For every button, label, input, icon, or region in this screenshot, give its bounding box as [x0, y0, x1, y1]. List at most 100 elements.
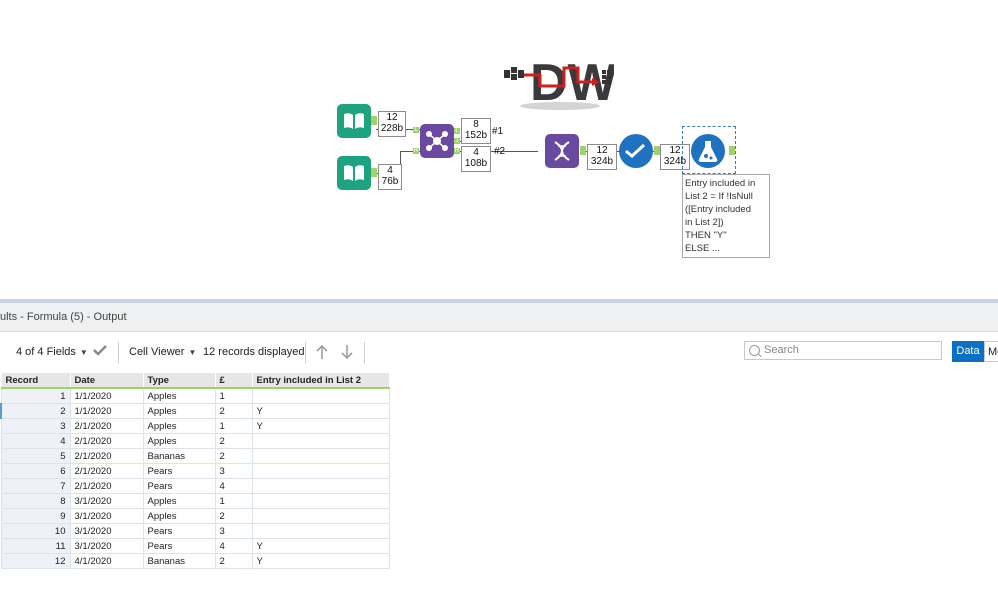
table-cell[interactable]: Y — [251, 538, 390, 554]
table-cell[interactable]: Apples — [142, 403, 216, 419]
table-cell[interactable] — [251, 508, 390, 524]
table-cell[interactable]: Y — [251, 403, 390, 419]
table-cell[interactable]: Bananas — [142, 553, 216, 569]
table-cell[interactable]: Apples — [142, 418, 216, 434]
column-header-pound[interactable]: £ — [214, 372, 253, 389]
table-row[interactable]: 3 2/1/2020 Apples 1 Y — [0, 418, 390, 434]
table-row[interactable]: 11 3/1/2020 Pears 4 Y — [0, 538, 390, 554]
table-cell[interactable]: Pears — [142, 523, 216, 539]
table-cell[interactable]: 1/1/2020 — [69, 387, 144, 404]
table-cell[interactable]: 12 — [0, 553, 71, 569]
table-cell[interactable]: 1 — [214, 493, 253, 509]
table-cell[interactable]: 2/1/2020 — [69, 433, 144, 449]
table-cell[interactable]: 2/1/2020 — [69, 448, 144, 464]
table-cell[interactable]: 4 — [214, 538, 253, 554]
table-cell[interactable]: 6 — [0, 463, 71, 479]
table-cell[interactable] — [251, 387, 390, 404]
table-cell[interactable]: 2/1/2020 — [69, 478, 144, 494]
table-row[interactable]: 12 4/1/2020 Bananas 2 Y — [0, 553, 390, 569]
table-row[interactable]: 5 2/1/2020 Bananas 2 — [0, 448, 390, 464]
output-anchor[interactable] — [729, 146, 735, 155]
table-cell[interactable]: 1 — [214, 387, 253, 404]
table-cell[interactable]: 9 — [0, 508, 71, 524]
table-cell[interactable]: 2 — [214, 433, 253, 449]
column-header-entry[interactable]: Entry included in List 2 — [251, 372, 390, 389]
table-cell[interactable]: Bananas — [142, 448, 216, 464]
column-header-date[interactable]: Date — [69, 372, 144, 389]
table-cell[interactable]: Y — [251, 553, 390, 569]
table-cell[interactable]: 2 — [214, 448, 253, 464]
join-input-anchor-r[interactable]: R — [413, 148, 419, 154]
metadata-view-button[interactable]: Me — [984, 341, 998, 362]
fields-dropdown[interactable]: 4 of 4 Fields ▼ — [16, 346, 88, 358]
column-header-record[interactable]: Record — [0, 372, 71, 389]
table-cell[interactable]: 3/1/2020 — [69, 508, 144, 524]
table-cell[interactable] — [251, 463, 390, 479]
join-anchor-r[interactable]: R — [454, 148, 460, 154]
table-cell[interactable]: 3/1/2020 — [69, 493, 144, 509]
table-row[interactable]: 2 1/1/2020 Apples 2 Y — [0, 403, 390, 419]
table-cell[interactable] — [251, 523, 390, 539]
table-cell[interactable]: 2 — [214, 403, 253, 419]
table-row[interactable]: 8 3/1/2020 Apples 1 — [0, 493, 390, 509]
table-cell[interactable]: 10 — [0, 523, 71, 539]
table-cell[interactable]: 2/1/2020 — [69, 418, 144, 434]
join-anchor-l[interactable]: L — [454, 128, 460, 134]
cell-viewer-dropdown[interactable]: Cell Viewer ▼ — [129, 346, 196, 358]
table-cell[interactable] — [251, 493, 390, 509]
select-tool[interactable] — [619, 134, 653, 168]
table-cell[interactable]: Apples — [142, 493, 216, 509]
table-cell[interactable] — [251, 448, 390, 464]
table-cell[interactable]: 8 — [0, 493, 71, 509]
table-row[interactable]: 6 2/1/2020 Pears 3 — [0, 463, 390, 479]
column-header-type[interactable]: Type — [142, 372, 216, 389]
table-cell[interactable]: 1 — [214, 418, 253, 434]
table-cell[interactable]: Apples — [142, 508, 216, 524]
table-cell[interactable]: 2 — [0, 403, 71, 419]
multi-row-formula-tool[interactable] — [545, 134, 579, 168]
output-anchor[interactable] — [580, 146, 586, 155]
table-cell[interactable]: 4 — [0, 433, 71, 449]
table-cell[interactable]: Apples — [142, 433, 216, 449]
table-cell[interactable]: 4 — [214, 478, 253, 494]
apply-checkmark-icon[interactable] — [92, 343, 108, 360]
table-cell[interactable]: 1 — [0, 387, 71, 404]
output-anchor[interactable] — [371, 116, 377, 125]
input-data-tool-1[interactable] — [337, 104, 371, 138]
table-cell[interactable]: 3/1/2020 — [69, 538, 144, 554]
table-cell[interactable]: 2 — [214, 508, 253, 524]
arrow-up-icon[interactable] — [315, 344, 329, 363]
search-input[interactable]: Search — [744, 341, 942, 360]
table-cell[interactable]: 3/1/2020 — [69, 523, 144, 539]
table-cell[interactable]: 11 — [0, 538, 71, 554]
table-cell[interactable]: 2/1/2020 — [69, 463, 144, 479]
table-cell[interactable]: Pears — [142, 538, 216, 554]
join-input-anchor-l[interactable]: L — [413, 127, 419, 133]
table-cell[interactable]: 7 — [0, 478, 71, 494]
table-row[interactable]: 10 3/1/2020 Pears 3 — [0, 523, 390, 539]
table-cell[interactable] — [251, 433, 390, 449]
table-row[interactable]: 4 2/1/2020 Apples 2 — [0, 433, 390, 449]
table-cell[interactable]: 3 — [0, 418, 71, 434]
output-anchor[interactable] — [371, 168, 377, 177]
join-anchor-j[interactable]: J — [454, 138, 460, 144]
join-tool[interactable] — [420, 124, 454, 158]
table-cell[interactable]: Pears — [142, 478, 216, 494]
formula-tool[interactable] — [691, 134, 725, 168]
table-cell[interactable]: Y — [251, 418, 390, 434]
table-cell[interactable]: 1/1/2020 — [69, 403, 144, 419]
table-cell[interactable]: 4/1/2020 — [69, 553, 144, 569]
table-cell[interactable]: Apples — [142, 387, 216, 404]
table-row[interactable]: 1 1/1/2020 Apples 1 — [0, 387, 390, 404]
table-cell[interactable] — [251, 478, 390, 494]
input-data-tool-2[interactable] — [337, 156, 371, 190]
data-view-button[interactable]: Data — [952, 341, 984, 362]
workflow-canvas[interactable]: DW 12 228b 4 76b L R L J R 8 152b #1 4 1… — [0, 0, 998, 300]
table-cell[interactable]: 3 — [214, 463, 253, 479]
table-cell[interactable]: 5 — [0, 448, 71, 464]
table-cell[interactable]: Pears — [142, 463, 216, 479]
table-cell[interactable]: 2 — [214, 553, 253, 569]
arrow-down-icon[interactable] — [340, 344, 354, 363]
table-cell[interactable]: 3 — [214, 523, 253, 539]
table-row[interactable]: 9 3/1/2020 Apples 2 — [0, 508, 390, 524]
